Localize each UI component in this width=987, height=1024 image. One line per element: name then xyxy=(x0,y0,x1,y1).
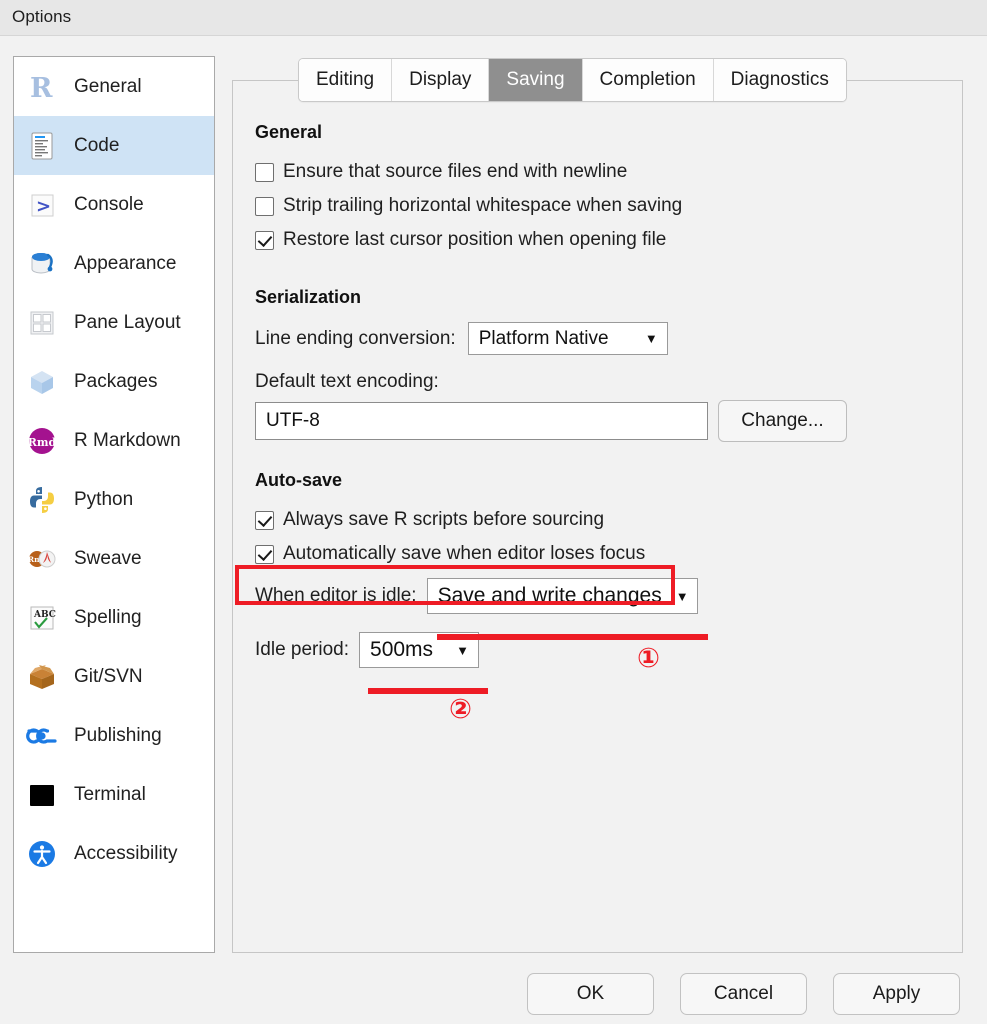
autosave-section-heading: Auto-save xyxy=(255,470,343,490)
sidebar-item-appearance[interactable]: Appearance xyxy=(14,234,214,293)
svg-text:R: R xyxy=(30,73,53,103)
code-file-icon xyxy=(26,130,58,162)
checkbox-row-strip-whitespace[interactable]: Strip trailing horizontal whitespace whe… xyxy=(255,191,945,221)
sidebar-item-label: Git/SVN xyxy=(74,665,143,687)
checkbox-label: Restore last cursor position when openin… xyxy=(283,229,667,250)
checkbox-label: Ensure that source files end with newlin… xyxy=(283,161,628,182)
encoding-block: Default text encoding: UTF-8 Change... xyxy=(255,371,945,442)
tab-diagnostics[interactable]: Diagnostics xyxy=(713,59,846,101)
checkbox-label: Strip trailing horizontal whitespace whe… xyxy=(283,195,683,216)
svg-text:ABC: ABC xyxy=(33,610,56,620)
encoding-input[interactable]: UTF-8 xyxy=(255,402,708,440)
pane-grid-icon xyxy=(26,307,58,339)
sidebar-item-sweave[interactable]: Rnw Sweave xyxy=(14,529,214,588)
svg-text:>: > xyxy=(36,196,51,217)
tab-editing[interactable]: Editing xyxy=(299,59,393,101)
dialog-footer: OK Cancel Apply xyxy=(0,973,987,1015)
sidebar-item-label: Publishing xyxy=(74,724,162,746)
sidebar-item-label: Pane Layout xyxy=(74,311,181,333)
idle-period-select[interactable]: 500ms ▼ xyxy=(359,632,480,668)
publish-icon xyxy=(26,720,58,752)
idle-action-label: When editor is idle: xyxy=(255,585,417,606)
sidebar-item-label: Terminal xyxy=(74,783,146,805)
sidebar-item-pane-layout[interactable]: Pane Layout xyxy=(14,293,214,352)
open-box-icon xyxy=(26,661,58,693)
package-box-icon xyxy=(26,366,58,398)
checkbox-label: Automatically save when editor loses foc… xyxy=(283,543,646,564)
window-title-bar: Options xyxy=(0,0,987,36)
serialization-section-heading: Serialization xyxy=(255,287,362,307)
always-save-before-sourcing-checkbox[interactable] xyxy=(255,510,274,530)
sidebar-item-spelling[interactable]: ABC Spelling xyxy=(14,588,214,647)
sidebar-item-label: Accessibility xyxy=(74,842,178,864)
chevron-down-icon: ▼ xyxy=(675,588,689,604)
checkbox-row-restore-cursor[interactable]: Restore last cursor position when openin… xyxy=(255,225,945,255)
line-ending-label: Line ending conversion: xyxy=(255,327,456,349)
rmd-badge-icon: Rmd xyxy=(26,425,58,457)
checkbox-row-autosave-on-blur[interactable]: Automatically save when editor loses foc… xyxy=(255,539,945,569)
sidebar-item-label: Spelling xyxy=(74,606,142,628)
idle-period-row: Idle period: 500ms ▼ xyxy=(255,631,945,669)
general-section-heading: General xyxy=(255,122,323,142)
checkbox-label: Always save R scripts before sourcing xyxy=(283,509,605,530)
sweave-pdf-icon: Rnw xyxy=(26,543,58,575)
options-category-sidebar[interactable]: R General Code > Console Appearance Pane… xyxy=(13,56,215,953)
chevron-down-icon: ▼ xyxy=(456,642,470,658)
apply-button[interactable]: Apply xyxy=(833,973,960,1015)
sidebar-item-label: Sweave xyxy=(74,547,142,569)
idle-period-label: Idle period: xyxy=(255,639,350,660)
terminal-icon xyxy=(26,779,58,811)
cancel-button[interactable]: Cancel xyxy=(680,973,807,1015)
r-logo-icon: R xyxy=(26,71,58,104)
sidebar-item-accessibility[interactable]: Accessibility xyxy=(14,824,214,883)
tab-completion[interactable]: Completion xyxy=(582,59,714,101)
chevron-down-icon: ▼ xyxy=(644,331,658,346)
line-ending-row: Line ending conversion: Platform Native … xyxy=(255,322,945,355)
idle-action-row: When editor is idle: Save and write chan… xyxy=(255,577,945,615)
encoding-label: Default text encoding: xyxy=(255,371,439,392)
sidebar-item-label: Python xyxy=(74,488,134,510)
sidebar-item-git-svn[interactable]: Git/SVN xyxy=(14,647,214,706)
checkbox-row-always-save-sourcing[interactable]: Always save R scripts before sourcing xyxy=(255,505,945,535)
settings-tab-strip[interactable]: Editing Display Saving Completion Diagno… xyxy=(298,58,847,102)
restore-cursor-checkbox[interactable] xyxy=(255,230,274,250)
idle-action-value: Save and write changes xyxy=(437,584,662,607)
saving-settings-form: General Ensure that source files end wit… xyxy=(255,122,945,669)
sidebar-item-code[interactable]: Code xyxy=(14,116,214,175)
console-prompt-icon: > xyxy=(26,189,58,221)
sidebar-item-r-markdown[interactable]: Rmd R Markdown xyxy=(14,411,214,470)
sidebar-item-publishing[interactable]: Publishing xyxy=(14,706,214,765)
svg-text:Rmd: Rmd xyxy=(28,436,57,449)
idle-period-value: 500ms xyxy=(370,638,434,661)
sidebar-item-label: Console xyxy=(74,193,144,215)
accessibility-icon xyxy=(26,838,58,870)
change-encoding-button[interactable]: Change... xyxy=(718,400,847,442)
autosave-on-blur-checkbox[interactable] xyxy=(255,544,274,564)
encoding-input-row: UTF-8 Change... xyxy=(255,400,945,442)
ok-button[interactable]: OK xyxy=(527,973,654,1015)
tab-saving[interactable]: Saving xyxy=(489,59,583,101)
checkbox-row-ensure-newline[interactable]: Ensure that source files end with newlin… xyxy=(255,157,945,187)
window-title: Options xyxy=(12,7,72,26)
tab-display[interactable]: Display xyxy=(392,59,490,101)
sidebar-item-terminal[interactable]: Terminal xyxy=(14,765,214,824)
sidebar-item-python[interactable]: Python xyxy=(14,470,214,529)
line-ending-value: Platform Native xyxy=(478,327,609,349)
strip-whitespace-checkbox[interactable] xyxy=(255,196,274,216)
sidebar-item-label: Appearance xyxy=(74,252,177,274)
sidebar-item-label: General xyxy=(74,75,142,97)
sidebar-item-label: R Markdown xyxy=(74,429,181,451)
line-ending-select[interactable]: Platform Native ▼ xyxy=(467,322,668,355)
sidebar-item-packages[interactable]: Packages xyxy=(14,352,214,411)
paint-bucket-icon xyxy=(26,248,58,280)
ensure-newline-checkbox[interactable] xyxy=(255,162,274,182)
sidebar-item-console[interactable]: > Console xyxy=(14,175,214,234)
abc-check-icon: ABC xyxy=(26,602,58,634)
idle-action-select[interactable]: Save and write changes ▼ xyxy=(426,578,698,614)
sidebar-item-label: Packages xyxy=(74,370,158,392)
python-logo-icon xyxy=(26,484,58,516)
sidebar-item-general[interactable]: R General xyxy=(14,57,214,116)
sidebar-item-label: Code xyxy=(74,134,120,156)
